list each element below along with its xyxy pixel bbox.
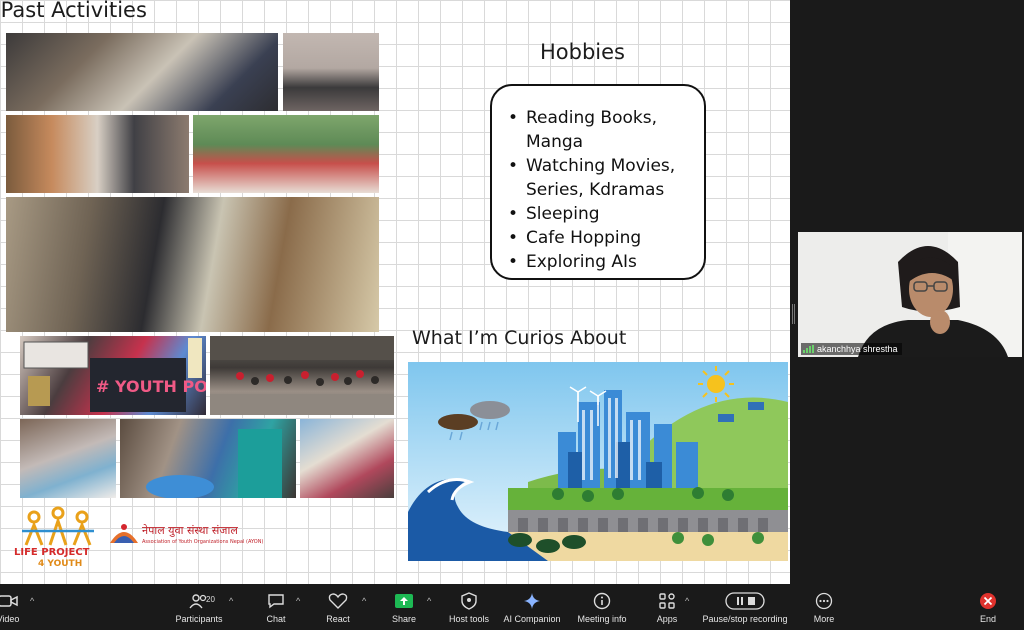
end-call-icon xyxy=(977,591,999,611)
chat-options-chevron-icon[interactable]: ^ xyxy=(296,596,300,606)
react-button[interactable]: React xyxy=(320,584,356,630)
hobby-item: Cafe Hopping xyxy=(508,226,694,250)
shield-icon xyxy=(458,591,480,611)
activity-photo-mural xyxy=(300,419,394,498)
ayon-subtitle: Association of Youth Organizations Nepal… xyxy=(142,539,264,545)
activity-photo-workshop xyxy=(6,33,278,111)
hobbies-list: Reading Books,Manga Watching Movies,Seri… xyxy=(508,106,694,274)
shared-slide: ’Past Activities # YOUTH POWER xyxy=(0,0,790,584)
react-options-chevron-icon[interactable]: ^ xyxy=(362,596,366,606)
pause-stop-recording-button[interactable]: Pause/stop recording xyxy=(700,584,790,630)
video-button[interactable]: Video xyxy=(0,584,24,630)
pause-stop-icon xyxy=(725,591,765,611)
panel-resize-handle[interactable] xyxy=(792,304,795,324)
hobbies-box: Reading Books,Manga Watching Movies,Seri… xyxy=(490,84,706,280)
meeting-info-button[interactable]: Meeting info xyxy=(572,584,632,630)
hobby-item: Sleeping xyxy=(508,202,694,226)
zoom-meeting-window: ’Past Activities # YOUTH POWER xyxy=(0,0,1024,630)
participant-video-tile[interactable]: akanchhya shrestha xyxy=(798,232,1022,357)
activity-photo-bucket xyxy=(120,419,296,498)
share-screen-icon xyxy=(393,591,415,611)
meeting-toolbar: Video ^ Participants 20 ^ Chat ^ React ^ xyxy=(0,584,1024,630)
end-button[interactable]: End xyxy=(972,584,1004,630)
video-options-chevron-icon[interactable]: ^ xyxy=(30,596,34,606)
curious-about-title: What I’m Curios About xyxy=(412,327,627,349)
hobby-item: Reading Books,Manga xyxy=(508,106,694,154)
life-project-logo: LIFE PROJECT 4 YOUTH xyxy=(12,505,104,569)
apps-button[interactable]: Apps xyxy=(650,584,684,630)
camera-icon xyxy=(0,591,19,611)
life-project-sub: 4 YOUTH xyxy=(38,559,83,569)
chat-button[interactable]: Chat xyxy=(258,584,294,630)
activity-photo-hall xyxy=(6,115,189,193)
hobby-item: Exploring AIs xyxy=(508,250,694,274)
heart-icon xyxy=(327,591,349,611)
activity-photo-writing xyxy=(20,419,116,498)
activity-photo-youth-power-sign: # YOUTH POWER xyxy=(20,336,206,415)
participants-options-chevron-icon[interactable]: ^ xyxy=(229,596,233,606)
host-tools-button[interactable]: Host tools xyxy=(446,584,492,630)
apps-options-chevron-icon[interactable]: ^ xyxy=(685,596,689,606)
hobbies-title: Hobbies xyxy=(540,40,625,64)
chat-icon xyxy=(265,591,287,611)
life-project-name: LIFE PROJECT xyxy=(14,547,90,558)
ayon-logo: नेपाल युवा संस्था संजाल Association of Y… xyxy=(108,517,298,563)
sparkle-icon xyxy=(521,591,543,611)
smart-city-illustration xyxy=(408,362,788,561)
activity-photo-laptop xyxy=(283,33,379,111)
youth-power-sign-text: # YOUTH POWER xyxy=(96,377,206,396)
participant-video xyxy=(798,232,1022,357)
activity-photo-group xyxy=(210,336,394,415)
activity-photo-classroom xyxy=(6,197,379,332)
apps-icon xyxy=(656,591,678,611)
share-options-chevron-icon[interactable]: ^ xyxy=(427,596,431,606)
share-button[interactable]: Share xyxy=(386,584,422,630)
participant-name: akanchhya shrestha xyxy=(817,344,898,354)
activity-photo-children xyxy=(193,115,379,193)
hobby-item: Watching Movies,Series, Kdramas xyxy=(508,154,694,202)
more-button[interactable]: More xyxy=(808,584,840,630)
ai-companion-button[interactable]: AI Companion xyxy=(500,584,564,630)
participant-name-label: akanchhya shrestha xyxy=(801,343,902,355)
participants-count: 20 xyxy=(206,595,215,604)
past-activities-title: ’Past Activities xyxy=(0,0,147,22)
life-project-people-icon xyxy=(22,506,94,546)
partner-logos: LIFE PROJECT 4 YOUTH नेपाल युवा संस्था स… xyxy=(12,505,292,575)
participants-button[interactable]: Participants xyxy=(168,584,230,630)
ayon-emblem-icon xyxy=(110,524,138,543)
more-icon xyxy=(813,591,835,611)
info-icon xyxy=(591,591,613,611)
signal-strength-icon xyxy=(803,345,814,353)
ayon-title: नेपाल युवा संस्था संजाल xyxy=(142,524,238,537)
